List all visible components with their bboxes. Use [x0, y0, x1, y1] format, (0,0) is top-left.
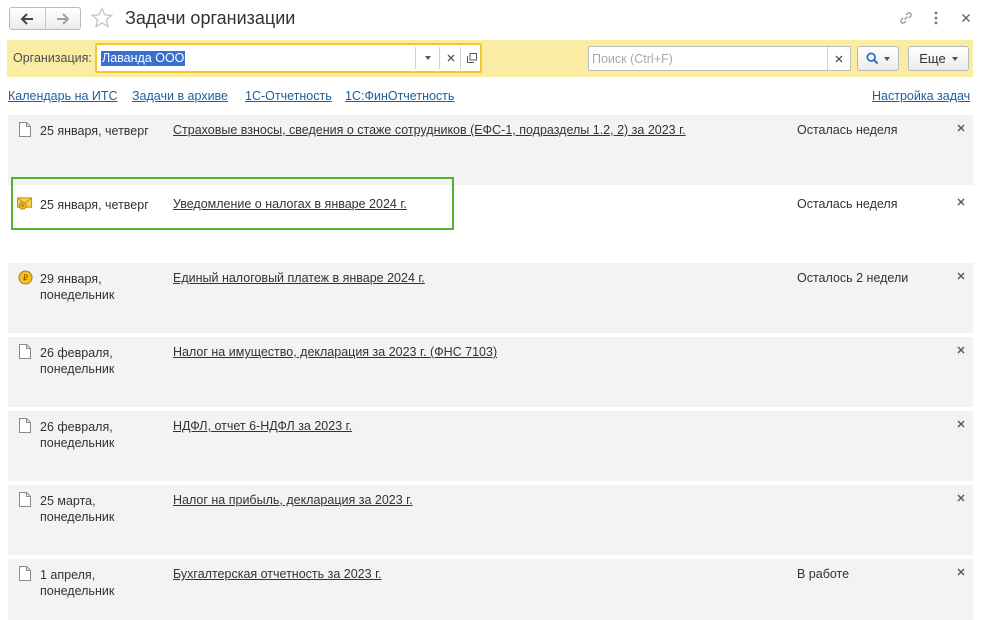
- task-title-link[interactable]: Налог на имущество, декларация за 2023 г…: [173, 345, 497, 359]
- task-date: 25 марта, понедельник: [40, 494, 115, 524]
- task-row: ₽ 25 января, четверг Уведомление о налог…: [8, 189, 973, 259]
- search-field: [588, 46, 851, 71]
- organization-label: Организация:: [13, 51, 92, 65]
- organization-input[interactable]: Лаванда ООО: [98, 47, 416, 69]
- link-task-settings[interactable]: Настройка задач: [872, 89, 970, 103]
- task-title-link[interactable]: НДФЛ, отчет 6-НДФЛ за 2023 г.: [173, 419, 352, 433]
- task-close-button[interactable]: [954, 121, 968, 135]
- mail-coin-icon: ₽: [17, 195, 33, 211]
- forward-button[interactable]: [44, 8, 80, 29]
- task-status: В работе: [797, 567, 850, 581]
- link-calendar-its[interactable]: Календарь на ИТС: [8, 89, 118, 103]
- filter-bar: Организация: Лаванда ООО Еще: [7, 40, 973, 77]
- close-icon: [962, 14, 970, 22]
- task-date: 26 февраля, понедельник: [40, 420, 115, 450]
- task-date: 26 февраля, понедельник: [40, 346, 115, 376]
- close-icon: [957, 346, 965, 354]
- window-header: Задачи организации: [0, 0, 990, 38]
- organization-value: Лаванда ООО: [101, 50, 186, 66]
- task-date: 25 января, четверг: [40, 198, 149, 212]
- document-icon: [17, 491, 33, 507]
- search-clear-button[interactable]: [827, 47, 850, 70]
- task-date: 25 января, четверг: [40, 124, 149, 138]
- task-date: 29 января, понедельник: [40, 272, 115, 302]
- task-close-button[interactable]: [954, 491, 968, 505]
- clear-icon: [835, 55, 843, 62]
- organization-clear-button[interactable]: [439, 47, 461, 69]
- chevron-down-icon: [951, 56, 958, 61]
- link-1c-fin-reporting[interactable]: 1С:ФинОтчетность: [345, 89, 454, 103]
- page-title: Задачи организации: [125, 8, 296, 28]
- document-icon: [17, 565, 33, 581]
- task-row: 25 марта, понедельник Налог на прибыль, …: [8, 485, 973, 555]
- close-icon: [957, 420, 965, 428]
- close-window-button[interactable]: [956, 8, 976, 28]
- task-title-link[interactable]: Страховые взносы, сведения о стаже сотру…: [173, 123, 686, 137]
- task-row: 26 февраля, понедельник НДФЛ, отчет 6-НД…: [8, 411, 973, 481]
- close-icon: [957, 494, 965, 502]
- task-close-button[interactable]: [954, 417, 968, 431]
- chevron-down-icon: [425, 56, 431, 60]
- link-1c-reporting[interactable]: 1С-Отчетность: [245, 89, 332, 103]
- organization-dropdown-button[interactable]: [417, 47, 439, 69]
- task-status: Осталось 2 недели: [797, 271, 909, 285]
- ruble-coin-icon: ₽: [17, 269, 33, 285]
- arrow-left-icon: [21, 12, 34, 25]
- more-button-label: Еще: [919, 51, 946, 66]
- close-icon: [957, 568, 965, 576]
- favorite-button[interactable]: [90, 6, 114, 33]
- back-button[interactable]: [10, 8, 45, 29]
- document-icon: [17, 417, 33, 433]
- task-title-link[interactable]: Бухгалтерская отчетность за 2023 г.: [173, 567, 382, 581]
- link-icon: [900, 12, 912, 24]
- svg-text:₽: ₽: [22, 273, 27, 282]
- task-close-button[interactable]: [954, 565, 968, 579]
- close-icon: [957, 124, 965, 132]
- task-row: ₽ 29 января, понедельник Единый налоговы…: [8, 263, 973, 333]
- link-archived-tasks[interactable]: Задачи в архиве: [132, 89, 228, 103]
- find-button[interactable]: [857, 46, 899, 71]
- link-button[interactable]: [896, 8, 916, 28]
- close-icon: [957, 272, 965, 280]
- task-date: 1 апреля, понедельник: [40, 568, 115, 598]
- chevron-down-icon: [884, 56, 890, 61]
- navigation-buttons: [9, 7, 81, 30]
- svg-text:₽: ₽: [21, 204, 24, 210]
- more-vertical-icon: [934, 11, 938, 25]
- more-button[interactable]: Еще: [908, 46, 969, 71]
- clear-icon: [447, 54, 454, 62]
- star-icon: [90, 6, 114, 28]
- open-window-icon: [466, 53, 477, 63]
- search-icon: [866, 52, 879, 65]
- close-icon: [957, 198, 965, 206]
- task-close-button[interactable]: [954, 269, 968, 283]
- task-title-link[interactable]: Налог на прибыль, декларация за 2023 г.: [173, 493, 413, 507]
- organization-open-button[interactable]: [460, 47, 482, 69]
- document-icon: [17, 121, 33, 137]
- organization-field: Лаванда ООО: [95, 43, 482, 73]
- task-row: 26 февраля, понедельник Налог на имущест…: [8, 337, 973, 407]
- more-menu-button[interactable]: [926, 8, 946, 28]
- search-input[interactable]: [589, 47, 827, 70]
- task-row: 25 января, четверг Страховые взносы, све…: [8, 115, 973, 185]
- document-icon: [17, 343, 33, 359]
- task-status: Осталась неделя: [797, 123, 898, 137]
- task-close-button[interactable]: [954, 195, 968, 209]
- task-row: 1 апреля, понедельник Бухгалтерская отче…: [8, 559, 973, 620]
- task-title-link[interactable]: Единый налоговый платеж в январе 2024 г.: [173, 271, 425, 285]
- task-title-link[interactable]: Уведомление о налогах в январе 2024 г.: [173, 197, 407, 211]
- task-status: Осталась неделя: [797, 197, 898, 211]
- arrow-right-icon: [56, 12, 70, 25]
- task-close-button[interactable]: [954, 343, 968, 357]
